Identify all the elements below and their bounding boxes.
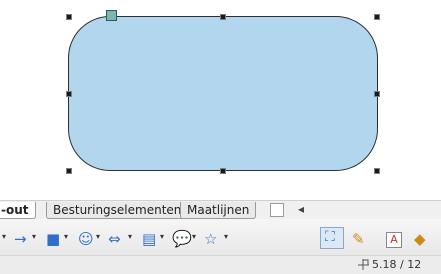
drawing-canvas[interactable] (0, 0, 441, 196)
resize-handle-top-left[interactable] (66, 14, 72, 20)
smiley-icon[interactable]: ☺ (78, 230, 94, 248)
tab-controls[interactable]: Besturingselementen (46, 202, 189, 219)
chevron-down-icon[interactable]: ▾ (96, 232, 100, 241)
callout-icon[interactable]: 💬 (172, 230, 192, 248)
tab-scroll-left-button[interactable]: ◂ (298, 202, 304, 216)
resize-handle-top-right[interactable] (374, 14, 380, 20)
double-arrow-icon[interactable]: ⇔ (108, 230, 121, 248)
points-toggle-button[interactable]: ⛶ (320, 227, 344, 249)
position-icon (358, 259, 369, 270)
pen-icon[interactable]: ✎ (352, 230, 365, 248)
star-icon[interactable]: ☆ (204, 230, 217, 248)
fontwork-icon[interactable]: A (386, 232, 402, 248)
resize-handle-bottom-left[interactable] (66, 168, 72, 174)
tab-scroll-divider (270, 203, 284, 217)
line-arrow-icon[interactable]: → (14, 230, 27, 248)
chevron-down-icon[interactable]: ▾ (160, 232, 164, 241)
resize-handle-top-center[interactable] (220, 14, 226, 20)
resize-handle-middle-right[interactable] (374, 91, 380, 97)
tab-layout[interactable]: -out (0, 202, 36, 219)
flowchart-icon[interactable]: ▤ (142, 230, 156, 248)
custom-shape-handle[interactable] (106, 10, 117, 21)
layer-tabs: -out Besturingselementen Maatlijnen ◂ (0, 200, 441, 219)
rounded-rectangle-shape[interactable] (68, 16, 378, 171)
chevron-down-icon[interactable]: ▾ (64, 232, 68, 241)
points-icon: ⛶ (325, 229, 335, 245)
rectangle-icon[interactable]: ■ (46, 230, 60, 248)
resize-handle-bottom-center[interactable] (220, 168, 226, 174)
drawing-toolbar: ▾ → ▾ ■ ▾ ☺ ▾ ⇔ ▾ ▤ ▾ 💬 ▾ ☆ ▾ ⛶ ✎ A ◆ (0, 219, 441, 255)
chevron-down-icon[interactable]: ▾ (192, 232, 196, 241)
status-bar: 5.18 / 12 (0, 255, 441, 274)
resize-handle-middle-left[interactable] (66, 91, 72, 97)
chevron-down-icon[interactable]: ▾ (224, 232, 228, 241)
chevron-down-icon[interactable]: ▾ (2, 232, 6, 241)
tab-dimensions[interactable]: Maatlijnen (180, 202, 257, 219)
chevron-down-icon[interactable]: ▾ (128, 232, 132, 241)
chevron-down-icon[interactable]: ▾ (32, 232, 36, 241)
cursor-position: 5.18 / 12 (372, 258, 422, 271)
extra-tool-icon[interactable]: ◆ (414, 230, 426, 248)
resize-handle-bottom-right[interactable] (374, 168, 380, 174)
